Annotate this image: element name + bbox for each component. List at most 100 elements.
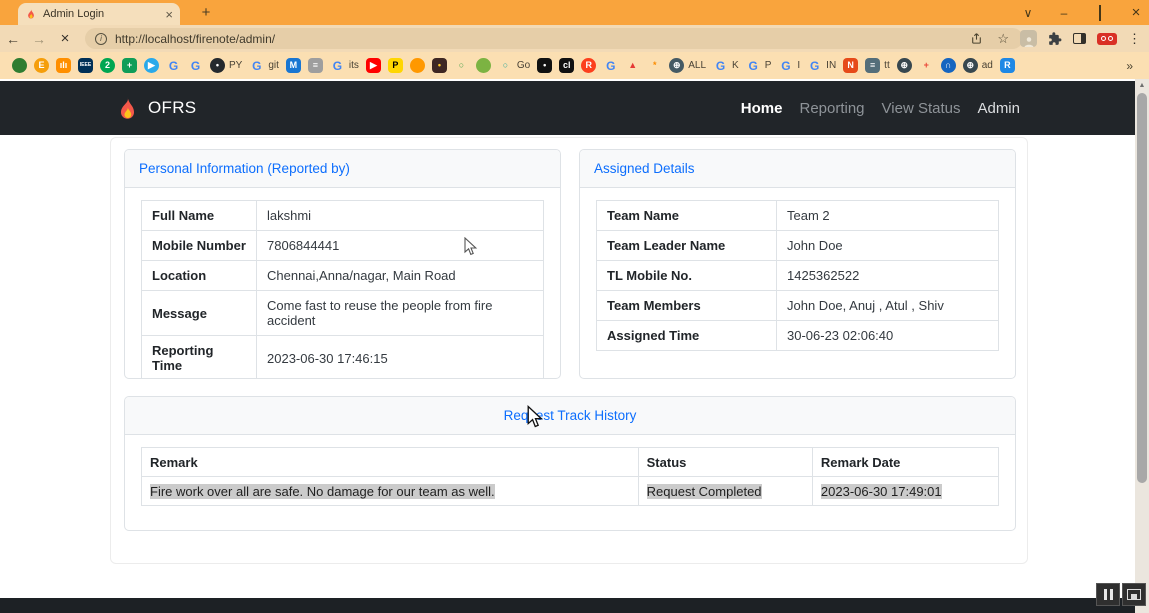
bookmark-favicon[interactable]: ılı — [56, 58, 71, 73]
bookmark-label[interactable]: I — [797, 60, 800, 71]
bookmark-favicon[interactable]: ▶ — [144, 58, 159, 73]
bookmark-favicon[interactable]: ○ — [454, 58, 469, 73]
url-text[interactable]: http://localhost/firenote/admin/ — [115, 32, 962, 46]
nav-link-view-status[interactable]: View Status — [882, 100, 961, 117]
bookmark-favicon[interactable]: • — [432, 58, 447, 73]
forward-icon[interactable]: → — [26, 31, 52, 47]
column-header-remark-date: Remark Date — [812, 448, 998, 477]
bookmark-label[interactable]: its — [349, 60, 359, 71]
page-scrollbar[interactable]: ▲ — [1135, 79, 1149, 613]
bookmark-favicon[interactable]: G — [249, 58, 264, 73]
bookmark-favicon[interactable]: G — [166, 58, 181, 73]
window-close-icon[interactable]: × — [1129, 4, 1143, 21]
bookmark-favicon[interactable]: + — [919, 58, 934, 73]
bookmark-label[interactable]: git — [268, 60, 279, 71]
bookmark-favicon[interactable] — [476, 58, 491, 73]
bookmark-favicon[interactable]: ⊕ — [963, 58, 978, 73]
bookmark-favicon[interactable]: ≡ — [865, 58, 880, 73]
address-bar[interactable]: i http://localhost/firenote/admin/ ☆ — [85, 28, 1023, 49]
bookmark-favicon[interactable] — [12, 58, 27, 73]
bookmark-favicon[interactable]: G — [713, 58, 728, 73]
extension-badge-icon[interactable] — [1097, 33, 1117, 45]
bookmark-favicon[interactable]: ⊕ — [669, 58, 684, 73]
bookmarks-overflow-icon[interactable]: » — [1126, 59, 1137, 73]
bookmark-favicon[interactable]: E — [34, 58, 49, 73]
brand[interactable]: OFRS — [114, 95, 196, 122]
bookmark-label[interactable]: P — [765, 60, 772, 71]
bookmark-favicon[interactable]: • — [210, 58, 225, 73]
bookmark-favicon[interactable]: ∩ — [941, 58, 956, 73]
share-icon[interactable] — [970, 32, 983, 45]
bookmark-favicon[interactable]: G — [330, 58, 345, 73]
nav-link-admin[interactable]: Admin — [977, 100, 1020, 117]
date-cell: 2023-06-30 17:49:01 — [812, 477, 998, 506]
bookmark-favicon[interactable]: G — [807, 58, 822, 73]
bookmark-favicon[interactable]: IEEE — [78, 58, 93, 73]
flame-favicon-icon — [25, 8, 37, 20]
bookmark-favicon[interactable]: * — [647, 58, 662, 73]
row-value: lakshmi — [257, 201, 544, 231]
bookmark-label[interactable]: tt — [884, 60, 890, 71]
bookmark-label[interactable]: ad — [982, 60, 993, 71]
nav-link-reporting[interactable]: Reporting — [799, 100, 864, 117]
browser-tab[interactable]: Admin Login × — [18, 3, 180, 25]
bookmark-favicon[interactable]: N — [843, 58, 858, 73]
tab-close-icon[interactable]: × — [165, 8, 173, 21]
bookmark-favicon[interactable]: G — [188, 58, 203, 73]
brand-text[interactable]: OFRS — [148, 98, 196, 118]
bookmark-favicon[interactable]: G — [746, 58, 761, 73]
column-header-status: Status — [638, 448, 812, 477]
assigned-details-header: Assigned Details — [580, 150, 1015, 188]
bookmark-favicon[interactable]: ≡ — [308, 58, 323, 73]
side-panel-icon[interactable] — [1073, 33, 1086, 44]
bookmark-label[interactable]: K — [732, 60, 739, 71]
browser-menu-icon[interactable]: ⋮ — [1128, 31, 1141, 47]
new-tab-button[interactable]: + — [196, 2, 216, 22]
bookmark-favicon[interactable]: R — [1000, 58, 1015, 73]
stop-reload-icon[interactable]: × — [52, 30, 78, 47]
flame-logo-icon — [114, 95, 141, 122]
bookmark-favicon[interactable]: + — [122, 58, 137, 73]
site-info-icon[interactable]: i — [95, 33, 107, 45]
row-value: Team 2 — [777, 201, 999, 231]
tab-search-icon[interactable]: ∨ — [1021, 6, 1035, 20]
bookmark-label[interactable]: ALL — [688, 60, 706, 71]
track-history-title[interactable]: Request Track History — [504, 408, 637, 423]
bookmark-favicon[interactable]: • — [537, 58, 552, 73]
bookmark-label[interactable]: PY — [229, 60, 242, 71]
bookmark-favicon[interactable]: G — [778, 58, 793, 73]
maximize-icon[interactable] — [1093, 6, 1107, 20]
bookmark-star-icon[interactable]: ☆ — [997, 31, 1009, 47]
table-row: Full Name lakshmi — [142, 201, 544, 231]
bookmark-favicon[interactable]: M — [286, 58, 301, 73]
minimize-icon[interactable]: – — [1057, 6, 1071, 20]
bookmark-favicon[interactable]: ⊕ — [897, 58, 912, 73]
overlay-controls — [1096, 583, 1146, 606]
bookmark-favicon[interactable]: cl — [559, 58, 574, 73]
scrollbar-up-icon[interactable]: ▲ — [1135, 82, 1149, 89]
profile-avatar[interactable] — [1020, 30, 1037, 47]
bookmark-favicon[interactable]: 2 — [100, 58, 115, 73]
table-row: Location Chennai,Anna/nagar, Main Road — [142, 261, 544, 291]
row-value: 7806844441 — [257, 231, 544, 261]
row-label: Location — [142, 261, 257, 291]
scrollbar-thumb[interactable] — [1137, 93, 1147, 483]
extensions-puzzle-icon[interactable] — [1048, 32, 1062, 46]
bookmark-favicon[interactable]: G — [603, 58, 618, 73]
bookmark-favicon[interactable]: R — [581, 58, 596, 73]
bookmark-label[interactable]: IN — [826, 60, 836, 71]
site-navbar: OFRS Home Reporting View Status Admin — [0, 81, 1149, 135]
table-row: Message Come fast to reuse the people fr… — [142, 291, 544, 336]
nav-link-home[interactable]: Home — [741, 100, 783, 117]
pause-button[interactable] — [1096, 583, 1120, 606]
bookmark-favicon[interactable]: P — [388, 58, 403, 73]
bookmark-favicon[interactable]: ▲ — [625, 58, 640, 73]
bookmark-favicon[interactable] — [410, 58, 425, 73]
picture-in-picture-button[interactable] — [1122, 583, 1146, 606]
row-value: 1425362522 — [777, 261, 999, 291]
bookmark-label[interactable]: Go — [517, 60, 530, 71]
bookmark-favicon[interactable]: ▶ — [366, 58, 381, 73]
bookmark-favicon[interactable]: ○ — [498, 58, 513, 73]
back-icon[interactable]: ← — [0, 31, 26, 47]
table-row: Fire work over all are safe. No damage f… — [142, 477, 999, 506]
